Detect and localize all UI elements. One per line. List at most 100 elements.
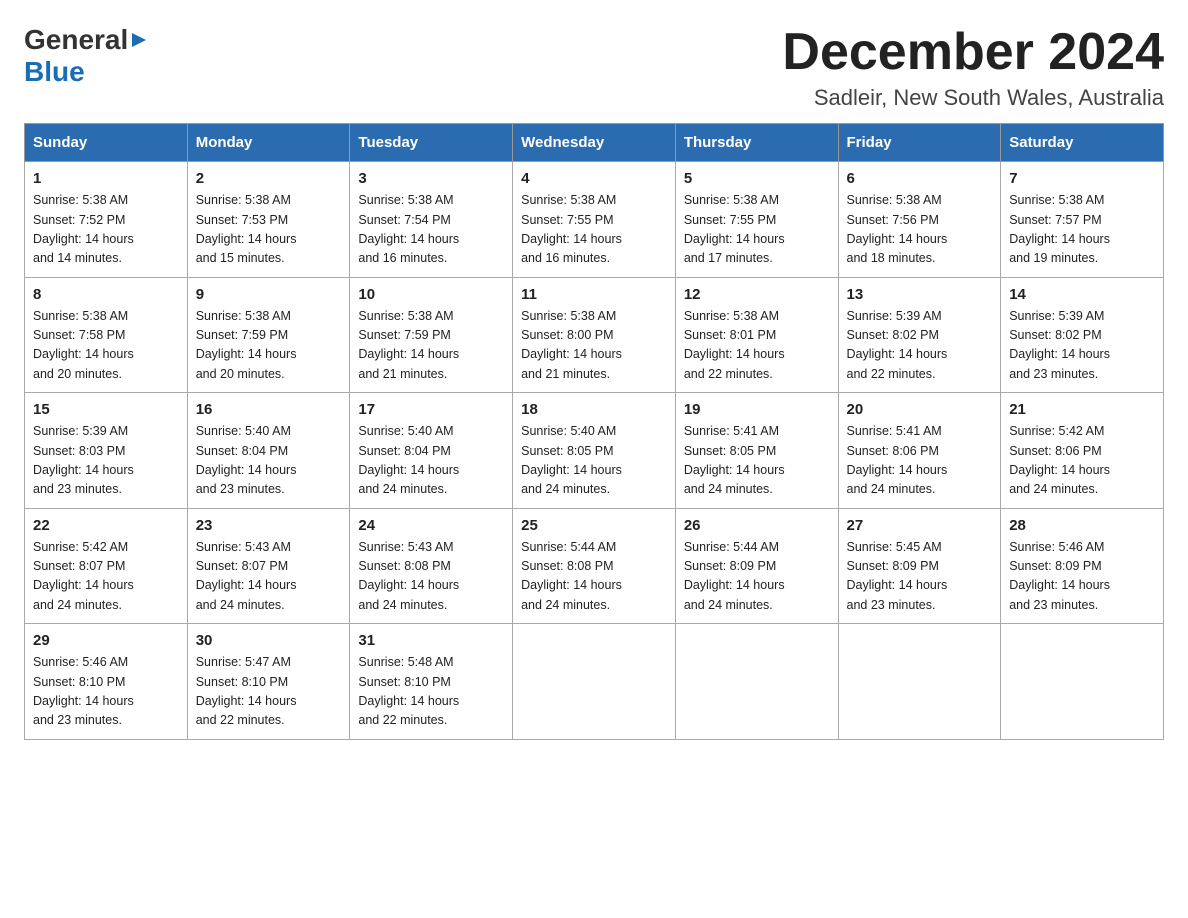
day-info: Sunrise: 5:38 AMSunset: 7:59 PMDaylight:… (196, 307, 342, 385)
day-number: 12 (684, 286, 830, 303)
day-info: Sunrise: 5:38 AMSunset: 7:56 PMDaylight:… (847, 191, 993, 269)
month-title: December 2024 (782, 24, 1164, 81)
weekday-header-sunday: Sunday (25, 124, 188, 162)
calendar-cell: 24Sunrise: 5:43 AMSunset: 8:08 PMDayligh… (350, 508, 513, 624)
calendar-cell: 22 Sunrise: 5:42 AMSunset: 8:07 PMDayligh… (25, 508, 188, 624)
day-number: 6 (847, 170, 993, 187)
calendar-cell: 12Sunrise: 5:38 AMSunset: 8:01 PMDayligh… (675, 277, 838, 393)
day-number: 15 (33, 401, 179, 418)
day-info: Sunrise: 5:41 AMSunset: 8:05 PMDaylight:… (684, 422, 830, 500)
calendar-week-row: 22 Sunrise: 5:42 AMSunset: 8:07 PMDayligh… (25, 508, 1164, 624)
calendar-cell (675, 624, 838, 740)
weekday-header-friday: Friday (838, 124, 1001, 162)
weekday-header-tuesday: Tuesday (350, 124, 513, 162)
day-number: 3 (358, 170, 504, 187)
day-number: 26 (684, 517, 830, 534)
day-number: 27 (847, 517, 993, 534)
calendar-cell: 6 Sunrise: 5:38 AMSunset: 7:56 PMDaylight… (838, 162, 1001, 278)
day-info: Sunrise: 5:48 AMSunset: 8:10 PMDaylight:… (358, 653, 504, 731)
day-number: 14 (1009, 286, 1155, 303)
day-info: Sunrise: 5:45 AMSunset: 8:09 PMDaylight:… (847, 538, 993, 616)
calendar-cell: 5 Sunrise: 5:38 AMSunset: 7:55 PMDaylight… (675, 162, 838, 278)
day-info: Sunrise: 5:46 AMSunset: 8:09 PMDaylight:… (1009, 538, 1155, 616)
day-number: 8 (33, 286, 179, 303)
day-number: 2 (196, 170, 342, 187)
calendar-cell: 13 Sunrise: 5:39 AMSunset: 8:02 PMDayligh… (838, 277, 1001, 393)
calendar-cell: 14 Sunrise: 5:39 AMSunset: 8:02 PMDayligh… (1001, 277, 1164, 393)
day-info: Sunrise: 5:38 AMSunset: 7:54 PMDaylight:… (358, 191, 504, 269)
logo: General Blue (24, 24, 148, 88)
day-number: 1 (33, 170, 179, 187)
day-number: 30 (196, 632, 342, 649)
weekday-header-row: SundayMondayTuesdayWednesdayThursdayFrid… (25, 124, 1164, 162)
calendar-cell: 3 Sunrise: 5:38 AMSunset: 7:54 PMDaylight… (350, 162, 513, 278)
calendar-cell: 28 Sunrise: 5:46 AMSunset: 8:09 PMDayligh… (1001, 508, 1164, 624)
day-info: Sunrise: 5:40 AMSunset: 8:05 PMDaylight:… (521, 422, 667, 500)
day-number: 4 (521, 170, 667, 187)
weekday-header-monday: Monday (187, 124, 350, 162)
day-info: Sunrise: 5:38 AMSunset: 7:52 PMDaylight:… (33, 191, 179, 269)
day-info: Sunrise: 5:38 AMSunset: 7:55 PMDaylight:… (684, 191, 830, 269)
calendar-cell (1001, 624, 1164, 740)
calendar-cell: 16 Sunrise: 5:40 AMSunset: 8:04 PMDayligh… (187, 393, 350, 509)
day-info: Sunrise: 5:39 AMSunset: 8:02 PMDaylight:… (847, 307, 993, 385)
day-info: Sunrise: 5:42 AMSunset: 8:06 PMDaylight:… (1009, 422, 1155, 500)
day-number: 20 (847, 401, 993, 418)
calendar-week-row: 29Sunrise: 5:46 AMSunset: 8:10 PMDayligh… (25, 624, 1164, 740)
logo-blue-text: Blue (24, 56, 85, 87)
calendar-cell: 25Sunrise: 5:44 AMSunset: 8:08 PMDayligh… (513, 508, 676, 624)
day-info: Sunrise: 5:38 AMSunset: 7:55 PMDaylight:… (521, 191, 667, 269)
calendar-cell: 20 Sunrise: 5:41 AMSunset: 8:06 PMDayligh… (838, 393, 1001, 509)
day-info: Sunrise: 5:38 AMSunset: 8:00 PMDaylight:… (521, 307, 667, 385)
calendar-table: SundayMondayTuesdayWednesdayThursdayFrid… (24, 123, 1164, 740)
day-info: Sunrise: 5:44 AMSunset: 8:09 PMDaylight:… (684, 538, 830, 616)
calendar-cell (838, 624, 1001, 740)
calendar-cell: 27 Sunrise: 5:45 AMSunset: 8:09 PMDayligh… (838, 508, 1001, 624)
calendar-week-row: 15 Sunrise: 5:39 AMSunset: 8:03 PMDayligh… (25, 393, 1164, 509)
day-info: Sunrise: 5:43 AMSunset: 8:08 PMDaylight:… (358, 538, 504, 616)
day-info: Sunrise: 5:39 AMSunset: 8:02 PMDaylight:… (1009, 307, 1155, 385)
day-info: Sunrise: 5:41 AMSunset: 8:06 PMDaylight:… (847, 422, 993, 500)
calendar-cell: 21Sunrise: 5:42 AMSunset: 8:06 PMDayligh… (1001, 393, 1164, 509)
day-info: Sunrise: 5:44 AMSunset: 8:08 PMDaylight:… (521, 538, 667, 616)
calendar-cell: 1 Sunrise: 5:38 AMSunset: 7:52 PMDaylight… (25, 162, 188, 278)
calendar-cell: 9 Sunrise: 5:38 AMSunset: 7:59 PMDaylight… (187, 277, 350, 393)
logo-triangle-icon (130, 31, 148, 49)
day-info: Sunrise: 5:38 AMSunset: 7:53 PMDaylight:… (196, 191, 342, 269)
day-info: Sunrise: 5:38 AMSunset: 7:59 PMDaylight:… (358, 307, 504, 385)
calendar-cell: 7Sunrise: 5:38 AMSunset: 7:57 PMDaylight… (1001, 162, 1164, 278)
calendar-cell: 4 Sunrise: 5:38 AMSunset: 7:55 PMDaylight… (513, 162, 676, 278)
day-number: 16 (196, 401, 342, 418)
day-number: 22 (33, 517, 179, 534)
day-number: 13 (847, 286, 993, 303)
calendar-cell: 29Sunrise: 5:46 AMSunset: 8:10 PMDayligh… (25, 624, 188, 740)
day-info: Sunrise: 5:47 AMSunset: 8:10 PMDaylight:… (196, 653, 342, 731)
day-number: 9 (196, 286, 342, 303)
day-info: Sunrise: 5:40 AMSunset: 8:04 PMDaylight:… (196, 422, 342, 500)
day-info: Sunrise: 5:46 AMSunset: 8:10 PMDaylight:… (33, 653, 179, 731)
calendar-week-row: 1 Sunrise: 5:38 AMSunset: 7:52 PMDaylight… (25, 162, 1164, 278)
day-number: 28 (1009, 517, 1155, 534)
calendar-cell: 31 Sunrise: 5:48 AMSunset: 8:10 PMDayligh… (350, 624, 513, 740)
day-info: Sunrise: 5:42 AMSunset: 8:07 PMDaylight:… (33, 538, 179, 616)
calendar-cell: 30 Sunrise: 5:47 AMSunset: 8:10 PMDayligh… (187, 624, 350, 740)
calendar-cell: 8Sunrise: 5:38 AMSunset: 7:58 PMDaylight… (25, 277, 188, 393)
logo-general-text: General (24, 24, 128, 56)
calendar-cell: 17 Sunrise: 5:40 AMSunset: 8:04 PMDayligh… (350, 393, 513, 509)
title-section: December 2024 Sadleir, New South Wales, … (782, 24, 1164, 111)
page-header: General Blue December 2024 Sadleir, New … (24, 24, 1164, 111)
location-subtitle: Sadleir, New South Wales, Australia (782, 85, 1164, 111)
weekday-header-wednesday: Wednesday (513, 124, 676, 162)
day-info: Sunrise: 5:39 AMSunset: 8:03 PMDaylight:… (33, 422, 179, 500)
day-info: Sunrise: 5:43 AMSunset: 8:07 PMDaylight:… (196, 538, 342, 616)
calendar-cell: 10 Sunrise: 5:38 AMSunset: 7:59 PMDayligh… (350, 277, 513, 393)
day-number: 5 (684, 170, 830, 187)
calendar-cell: 18Sunrise: 5:40 AMSunset: 8:05 PMDayligh… (513, 393, 676, 509)
day-info: Sunrise: 5:40 AMSunset: 8:04 PMDaylight:… (358, 422, 504, 500)
day-number: 17 (358, 401, 504, 418)
weekday-header-thursday: Thursday (675, 124, 838, 162)
day-number: 31 (358, 632, 504, 649)
day-number: 10 (358, 286, 504, 303)
calendar-week-row: 8Sunrise: 5:38 AMSunset: 7:58 PMDaylight… (25, 277, 1164, 393)
calendar-cell: 19Sunrise: 5:41 AMSunset: 8:05 PMDayligh… (675, 393, 838, 509)
